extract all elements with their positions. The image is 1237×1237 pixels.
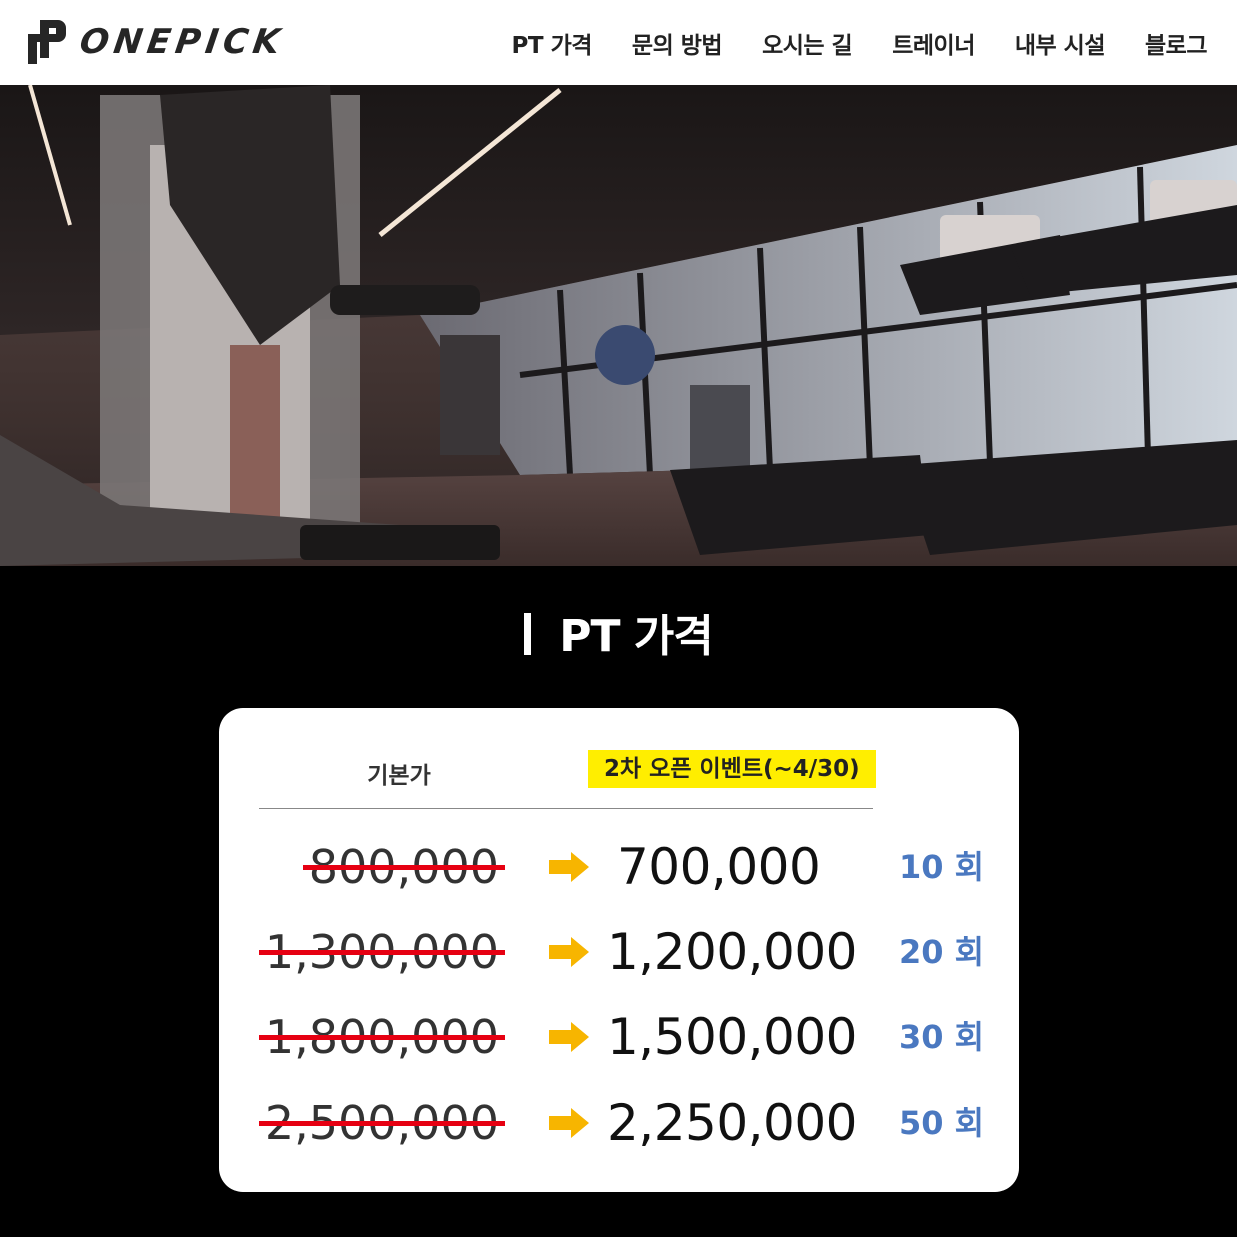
main-nav: PT 가격 문의 방법 오시는 길 트레이너 내부 시설 블로그 [512, 0, 1208, 85]
hero-gym-image [0, 85, 1237, 566]
discounted-price: 700,000 [617, 838, 821, 896]
nav-blog[interactable]: 블로그 [1145, 26, 1207, 60]
session-count: 30 회 [899, 1018, 985, 1056]
arrow-right-icon [549, 852, 589, 882]
logo-text: ONEPICK [77, 22, 288, 62]
base-price-header: 기본가 [367, 763, 431, 789]
arrow-right-icon [549, 1108, 589, 1138]
session-count: 20 회 [899, 933, 985, 971]
arrow-right-icon [549, 937, 589, 967]
site-header: ONEPICK PT 가격 문의 방법 오시는 길 트레이너 내부 시설 블로그 [0, 0, 1237, 85]
original-price: 1,800,000 [258, 1002, 505, 1072]
nav-inquiry[interactable]: 문의 방법 [632, 26, 723, 60]
discounted-price: 1,200,000 [607, 923, 857, 981]
section-title: PT 가격 [0, 600, 1237, 664]
logo-mark-icon [28, 20, 66, 64]
price-row: 1,800,000 1,500,000 30 회 [219, 1002, 1019, 1072]
price-row: 1,300,000 1,200,000 20 회 [219, 917, 1019, 987]
price-row: 800,000 700,000 10 회 [219, 832, 1019, 902]
event-price-header: 2차 오픈 이벤트(~4/30) [588, 750, 876, 788]
session-count: 10 회 [899, 848, 985, 886]
nav-trainer[interactable]: 트레이너 [892, 26, 975, 60]
strikethrough-line [302, 865, 505, 870]
section-title-text: PT 가격 [559, 611, 714, 662]
strikethrough-line [258, 950, 505, 955]
strikethrough-line [258, 1035, 505, 1040]
nav-directions[interactable]: 오시는 길 [762, 26, 853, 60]
original-price: 800,000 [302, 832, 505, 902]
logo[interactable]: ONEPICK [28, 20, 287, 64]
original-price: 1,300,000 [258, 917, 505, 987]
arrow-right-icon [549, 1022, 589, 1052]
price-row: 2,500,000 2,250,000 50 회 [219, 1088, 1019, 1158]
header-divider [259, 808, 873, 809]
nav-facilities[interactable]: 내부 시설 [1015, 26, 1106, 60]
title-bar-decoration [524, 613, 532, 655]
price-card: 기본가 2차 오픈 이벤트(~4/30) 800,000 700,000 10 … [219, 708, 1019, 1192]
discounted-price: 1,500,000 [607, 1008, 857, 1066]
strikethrough-line [258, 1121, 505, 1126]
session-count: 50 회 [899, 1104, 985, 1142]
discounted-price: 2,250,000 [607, 1094, 857, 1152]
original-price: 2,500,000 [258, 1088, 505, 1158]
nav-pt-price[interactable]: PT 가격 [512, 26, 593, 60]
